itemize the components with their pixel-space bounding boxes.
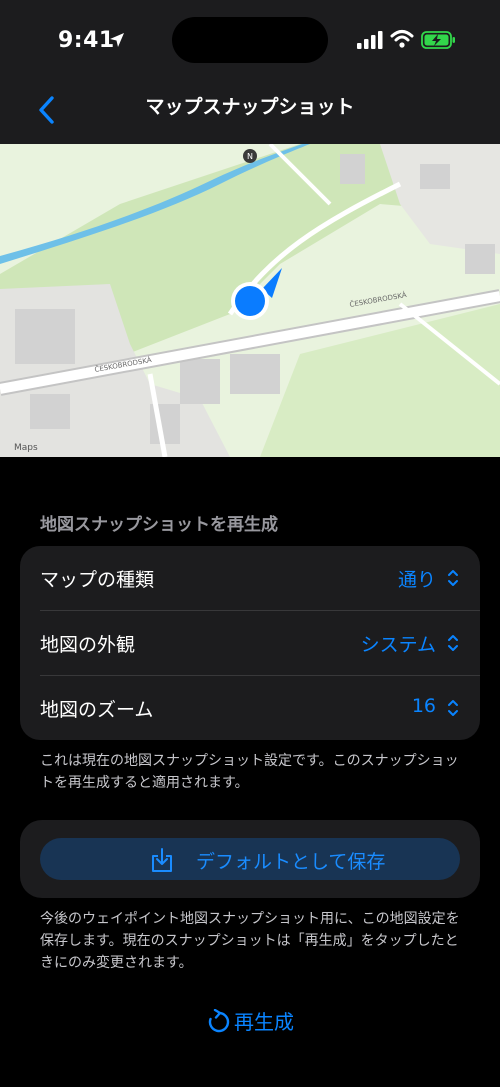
location-arrow-icon bbox=[110, 33, 124, 47]
map-type-value[interactable]: 通り bbox=[398, 565, 436, 592]
map-appearance-value[interactable]: システム bbox=[361, 630, 436, 657]
regenerate-label: 再生成 bbox=[234, 1010, 294, 1034]
map-canvas: ČESKOBRODSKÁ ČESKOBRODSKÁ N Maps bbox=[0, 144, 500, 457]
map-snapshot: ČESKOBRODSKÁ ČESKOBRODSKÁ N Maps bbox=[0, 144, 500, 457]
section-header: 地図スナップショットを再生成 bbox=[40, 515, 278, 535]
save-default-button[interactable]: デフォルトとして保存 bbox=[40, 838, 460, 880]
regenerate-button[interactable]: 再生成 bbox=[0, 1005, 500, 1039]
map-zoom-value[interactable]: 16 bbox=[412, 695, 436, 717]
building bbox=[420, 164, 450, 189]
save-default-card: デフォルトとして保存 bbox=[20, 820, 480, 898]
building bbox=[30, 394, 70, 429]
building bbox=[230, 354, 280, 394]
status-time: 9:41 bbox=[58, 28, 115, 53]
settings-footnote: これは現在の地図スナップショット設定です。このスナップショットを再生成すると適用… bbox=[40, 753, 459, 791]
battery-charging-icon bbox=[421, 31, 455, 49]
status-bar: 9:41 bbox=[0, 0, 500, 80]
settings-card: マップの種類 通り 地図の外観 システム 地図のズーム 16 bbox=[20, 546, 480, 740]
map-appearance-label: 地図の外観 bbox=[40, 634, 136, 656]
chevron-up-down-icon bbox=[448, 635, 458, 651]
save-default-label: デフォルトとして保存 bbox=[196, 851, 386, 873]
chevron-up-down-icon bbox=[448, 570, 458, 586]
street-label: ČESKOBRODSKÁ bbox=[349, 290, 408, 309]
compass-label: N bbox=[247, 152, 253, 161]
nav-bar: マップスナップショット bbox=[0, 80, 500, 144]
map-zoom-label: 地図のズーム bbox=[40, 699, 154, 721]
map-attribution: Maps bbox=[14, 443, 38, 453]
building bbox=[15, 309, 75, 364]
page-title: マップスナップショット bbox=[145, 96, 355, 118]
location-marker-icon bbox=[235, 286, 265, 316]
building bbox=[465, 244, 495, 274]
arrow-clockwise-icon bbox=[208, 1009, 230, 1033]
cellular-signal-icon bbox=[357, 31, 383, 49]
dynamic-island bbox=[172, 17, 328, 63]
chevron-up-down-icon bbox=[448, 700, 458, 716]
map-appearance-row[interactable]: 地図の外観 システム bbox=[20, 611, 480, 675]
map-zoom-row[interactable]: 地図のズーム 16 bbox=[20, 676, 480, 740]
wifi-icon bbox=[390, 30, 414, 48]
download-tray-icon bbox=[152, 848, 172, 872]
save-footnote: 今後のウェイポイント地図スナップショット用に、この地図設定を保存します。現在のス… bbox=[40, 911, 460, 971]
building bbox=[180, 359, 220, 404]
building bbox=[340, 154, 365, 184]
map-type-label: マップの種類 bbox=[40, 569, 155, 591]
map-type-row[interactable]: マップの種類 通り bbox=[20, 546, 480, 610]
